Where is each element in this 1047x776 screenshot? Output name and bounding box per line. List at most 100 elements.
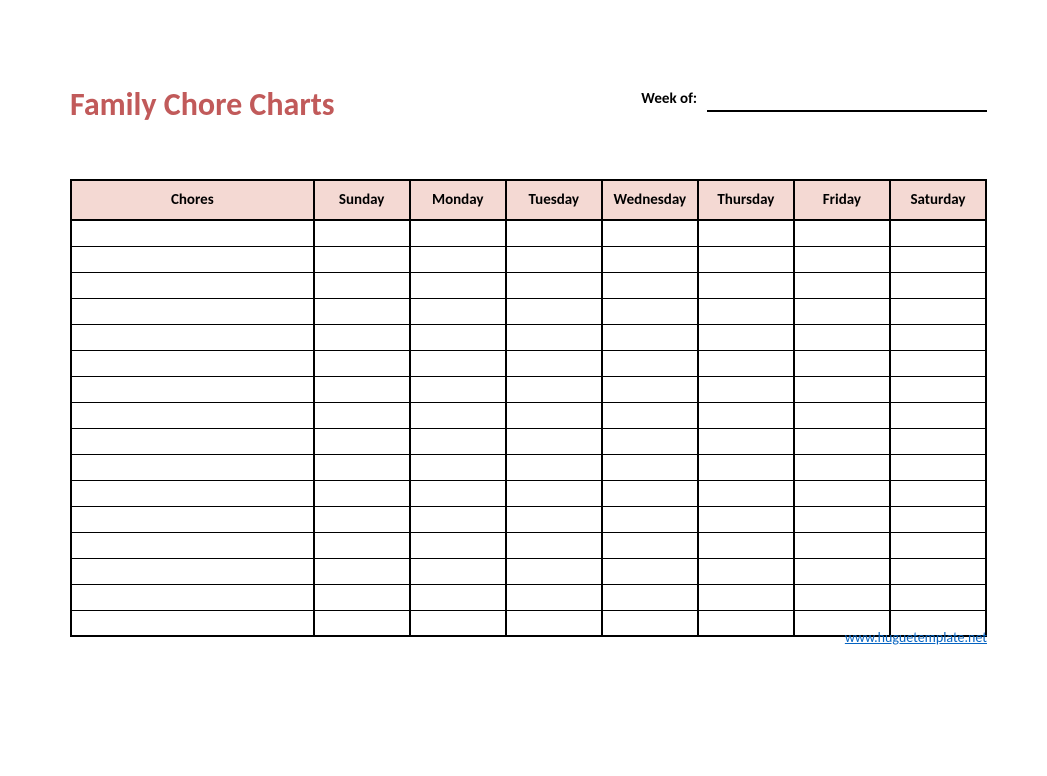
table-cell[interactable] xyxy=(794,220,890,246)
table-cell[interactable] xyxy=(698,428,794,454)
table-cell[interactable] xyxy=(698,532,794,558)
week-of-input-line[interactable] xyxy=(707,90,987,112)
table-cell[interactable] xyxy=(602,246,698,272)
table-cell[interactable] xyxy=(506,272,602,298)
table-cell[interactable] xyxy=(794,506,890,532)
table-cell[interactable] xyxy=(314,376,410,402)
table-cell[interactable] xyxy=(890,324,986,350)
table-cell[interactable] xyxy=(602,610,698,636)
table-cell[interactable] xyxy=(890,584,986,610)
table-cell[interactable] xyxy=(890,480,986,506)
table-cell[interactable] xyxy=(794,428,890,454)
table-cell[interactable] xyxy=(890,350,986,376)
table-cell[interactable] xyxy=(314,454,410,480)
table-cell[interactable] xyxy=(314,220,410,246)
table-cell[interactable] xyxy=(506,454,602,480)
table-cell[interactable] xyxy=(506,298,602,324)
table-cell[interactable] xyxy=(71,350,314,376)
table-cell[interactable] xyxy=(602,272,698,298)
table-cell[interactable] xyxy=(602,220,698,246)
table-cell[interactable] xyxy=(698,584,794,610)
table-cell[interactable] xyxy=(314,532,410,558)
table-cell[interactable] xyxy=(506,350,602,376)
table-cell[interactable] xyxy=(890,428,986,454)
table-cell[interactable] xyxy=(71,402,314,428)
table-cell[interactable] xyxy=(698,480,794,506)
table-cell[interactable] xyxy=(890,506,986,532)
table-cell[interactable] xyxy=(71,558,314,584)
table-cell[interactable] xyxy=(71,584,314,610)
table-cell[interactable] xyxy=(506,584,602,610)
table-cell[interactable] xyxy=(71,246,314,272)
table-cell[interactable] xyxy=(314,506,410,532)
table-cell[interactable] xyxy=(410,506,506,532)
table-cell[interactable] xyxy=(314,584,410,610)
table-cell[interactable] xyxy=(71,376,314,402)
table-cell[interactable] xyxy=(602,298,698,324)
table-cell[interactable] xyxy=(410,454,506,480)
table-cell[interactable] xyxy=(506,324,602,350)
table-cell[interactable] xyxy=(71,272,314,298)
table-cell[interactable] xyxy=(71,220,314,246)
table-cell[interactable] xyxy=(698,324,794,350)
table-cell[interactable] xyxy=(602,402,698,428)
table-cell[interactable] xyxy=(794,532,890,558)
table-cell[interactable] xyxy=(314,324,410,350)
table-cell[interactable] xyxy=(890,220,986,246)
table-cell[interactable] xyxy=(71,324,314,350)
table-cell[interactable] xyxy=(890,532,986,558)
table-cell[interactable] xyxy=(71,298,314,324)
table-cell[interactable] xyxy=(506,402,602,428)
table-cell[interactable] xyxy=(602,454,698,480)
table-cell[interactable] xyxy=(698,558,794,584)
table-cell[interactable] xyxy=(410,220,506,246)
table-cell[interactable] xyxy=(410,376,506,402)
table-cell[interactable] xyxy=(698,506,794,532)
table-cell[interactable] xyxy=(314,480,410,506)
table-cell[interactable] xyxy=(890,272,986,298)
table-cell[interactable] xyxy=(410,480,506,506)
table-cell[interactable] xyxy=(314,610,410,636)
table-cell[interactable] xyxy=(410,246,506,272)
table-cell[interactable] xyxy=(410,324,506,350)
footer-link[interactable]: www.huguetemplate.net xyxy=(845,629,987,646)
table-cell[interactable] xyxy=(71,610,314,636)
table-cell[interactable] xyxy=(698,298,794,324)
table-cell[interactable] xyxy=(314,428,410,454)
table-cell[interactable] xyxy=(410,532,506,558)
table-cell[interactable] xyxy=(890,454,986,480)
table-cell[interactable] xyxy=(506,532,602,558)
table-cell[interactable] xyxy=(794,298,890,324)
table-cell[interactable] xyxy=(890,246,986,272)
table-cell[interactable] xyxy=(794,558,890,584)
table-cell[interactable] xyxy=(698,350,794,376)
table-cell[interactable] xyxy=(602,428,698,454)
table-cell[interactable] xyxy=(410,584,506,610)
table-cell[interactable] xyxy=(506,376,602,402)
table-cell[interactable] xyxy=(698,610,794,636)
table-cell[interactable] xyxy=(314,298,410,324)
table-cell[interactable] xyxy=(506,480,602,506)
table-cell[interactable] xyxy=(314,350,410,376)
table-cell[interactable] xyxy=(698,376,794,402)
table-cell[interactable] xyxy=(890,402,986,428)
table-cell[interactable] xyxy=(794,480,890,506)
table-cell[interactable] xyxy=(71,454,314,480)
table-cell[interactable] xyxy=(410,298,506,324)
table-cell[interactable] xyxy=(602,480,698,506)
table-cell[interactable] xyxy=(698,402,794,428)
table-cell[interactable] xyxy=(602,506,698,532)
table-cell[interactable] xyxy=(890,376,986,402)
table-cell[interactable] xyxy=(698,246,794,272)
table-cell[interactable] xyxy=(794,246,890,272)
table-cell[interactable] xyxy=(602,532,698,558)
table-cell[interactable] xyxy=(794,454,890,480)
table-cell[interactable] xyxy=(698,220,794,246)
table-cell[interactable] xyxy=(794,584,890,610)
table-cell[interactable] xyxy=(314,402,410,428)
table-cell[interactable] xyxy=(410,350,506,376)
table-cell[interactable] xyxy=(794,402,890,428)
table-cell[interactable] xyxy=(602,584,698,610)
table-cell[interactable] xyxy=(794,324,890,350)
table-cell[interactable] xyxy=(314,272,410,298)
